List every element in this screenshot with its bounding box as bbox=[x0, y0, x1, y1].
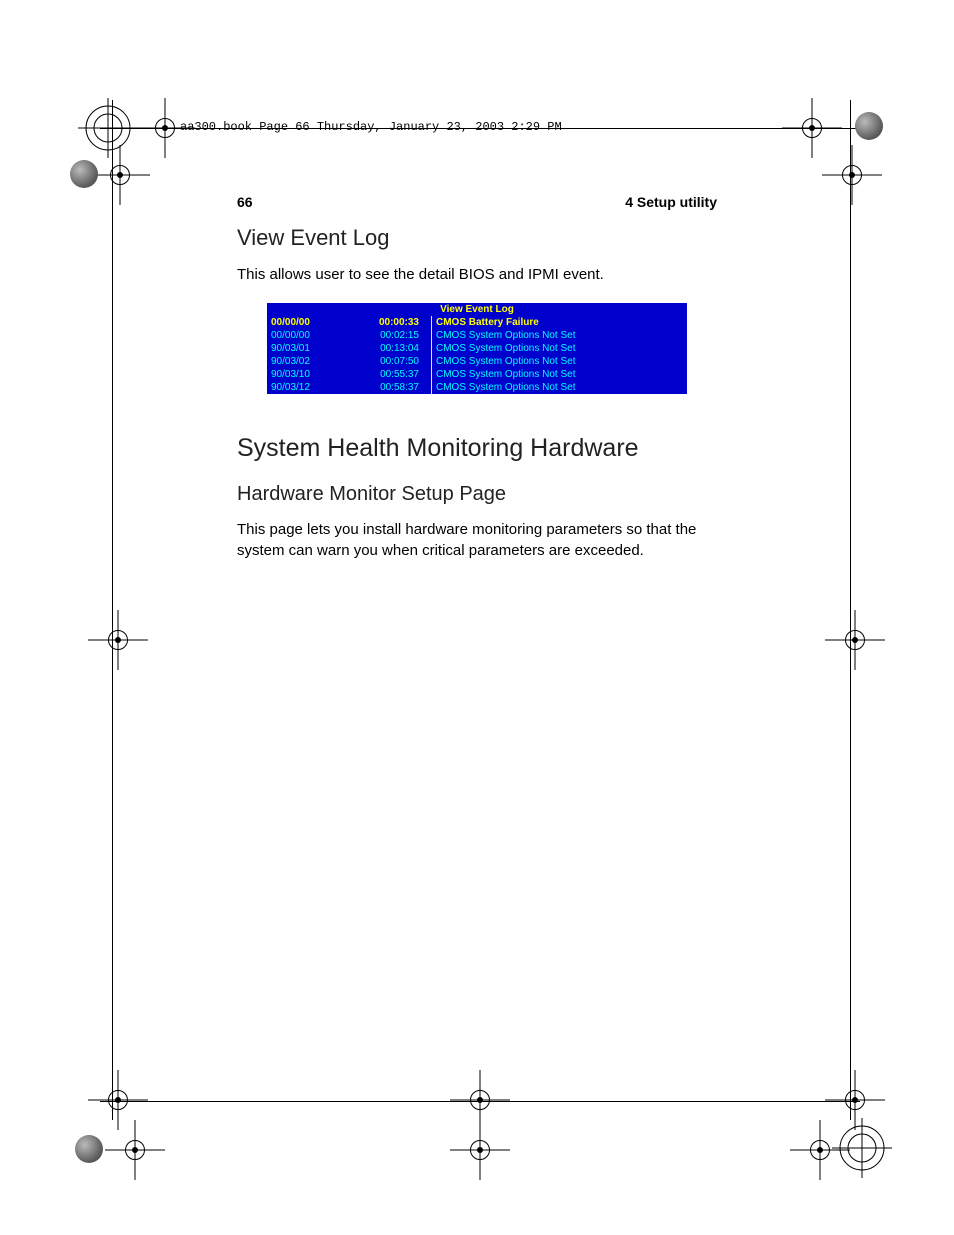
registration-mark-bottom-right bbox=[832, 1118, 892, 1178]
event-message: CMOS System Options Not Set bbox=[432, 368, 688, 381]
event-date: 00/00/00 bbox=[267, 316, 345, 329]
content-area: View Event Log This allows user to see t… bbox=[237, 225, 717, 579]
event-time: 00:58:37 bbox=[345, 381, 432, 394]
crosshair-icon bbox=[832, 155, 872, 195]
event-log-row: 90/03/0200:07:50CMOS System Options Not … bbox=[267, 355, 687, 368]
shaded-ball-icon bbox=[855, 112, 883, 140]
section-title: 4 Setup utility bbox=[625, 194, 717, 210]
event-date: 90/03/12 bbox=[267, 381, 345, 394]
crosshair-icon bbox=[835, 620, 875, 660]
event-message: CMOS System Options Not Set bbox=[432, 381, 688, 394]
book-header-line: aa300.book Page 66 Thursday, January 23,… bbox=[180, 120, 562, 134]
event-log-row: 90/03/0100:13:04CMOS System Options Not … bbox=[267, 342, 687, 355]
event-log-row: 00/00/0000:02:15CMOS System Options Not … bbox=[267, 329, 687, 342]
event-log-row: 90/03/1000:55:37CMOS System Options Not … bbox=[267, 368, 687, 381]
event-message: CMOS Battery Failure bbox=[432, 316, 688, 329]
event-log-row: 90/03/1200:58:37CMOS System Options Not … bbox=[267, 381, 687, 394]
page-number: 66 bbox=[237, 194, 253, 210]
body-view-event-log: This allows user to see the detail BIOS … bbox=[237, 265, 717, 285]
event-log-title: View Event Log bbox=[267, 303, 687, 316]
crosshair-icon bbox=[835, 1080, 875, 1120]
heading-hardware-monitor: Hardware Monitor Setup Page bbox=[237, 483, 717, 506]
crosshair-icon bbox=[98, 1080, 138, 1120]
event-date: 90/03/10 bbox=[267, 368, 345, 381]
crosshair-icon bbox=[100, 155, 140, 195]
heading-system-health: System Health Monitoring Hardware bbox=[237, 434, 717, 463]
shaded-ball-icon bbox=[75, 1135, 103, 1163]
event-log-table: View Event Log 00/00/0000:00:33CMOS Batt… bbox=[267, 303, 687, 394]
event-time: 00:13:04 bbox=[345, 342, 432, 355]
crosshair-icon bbox=[98, 620, 138, 660]
registration-mark-top-left bbox=[78, 98, 138, 158]
shaded-ball-icon bbox=[70, 160, 98, 188]
event-log-row: 00/00/0000:00:33CMOS Battery Failure bbox=[267, 316, 687, 329]
event-message: CMOS System Options Not Set bbox=[432, 329, 688, 342]
body-hardware-monitor: This page lets you install hardware moni… bbox=[237, 520, 717, 561]
event-time: 00:00:33 bbox=[345, 316, 432, 329]
event-date: 00/00/00 bbox=[267, 329, 345, 342]
frame-left-line bbox=[112, 100, 113, 1120]
event-message: CMOS System Options Not Set bbox=[432, 342, 688, 355]
event-time: 00:07:50 bbox=[345, 355, 432, 368]
event-date: 90/03/01 bbox=[267, 342, 345, 355]
crosshair-icon bbox=[145, 108, 185, 148]
crosshair-icon bbox=[792, 108, 832, 148]
heading-view-event-log: View Event Log bbox=[237, 225, 717, 251]
event-time: 00:02:15 bbox=[345, 329, 432, 342]
event-time: 00:55:37 bbox=[345, 368, 432, 381]
event-message: CMOS System Options Not Set bbox=[432, 355, 688, 368]
crosshair-icon bbox=[460, 1130, 500, 1170]
frame-right-line bbox=[850, 100, 851, 1120]
crosshair-icon bbox=[115, 1130, 155, 1170]
crosshair-icon bbox=[460, 1080, 500, 1120]
event-date: 90/03/02 bbox=[267, 355, 345, 368]
